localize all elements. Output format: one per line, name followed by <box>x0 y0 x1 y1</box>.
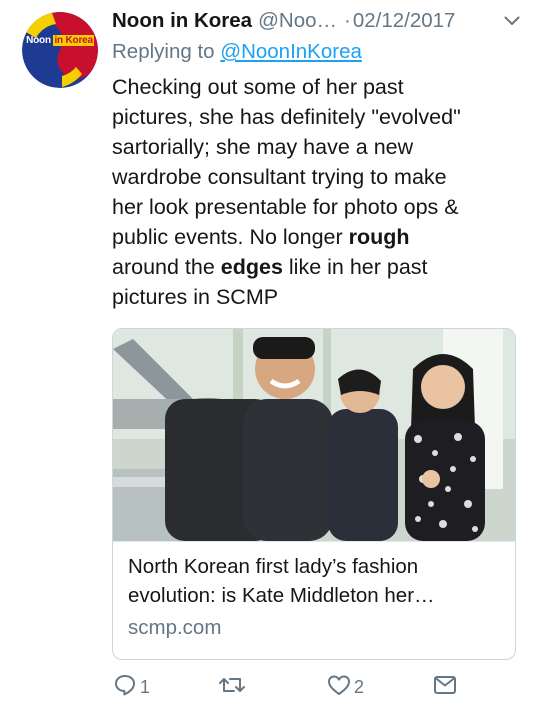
chevron-down-icon[interactable] <box>502 11 522 31</box>
tweet-text-line: around the edges like in her past <box>112 252 532 282</box>
tweet-text-line: wardrobe consultant trying to make <box>112 165 447 189</box>
separator-dot: · <box>344 9 351 32</box>
tweet-text-line: public events. No longer rough <box>112 222 532 252</box>
direct-message-button[interactable] <box>432 672 458 703</box>
avatar-label: Noon in Korea <box>26 35 94 46</box>
retweet-icon <box>218 672 246 703</box>
avatar[interactable]: Noon in Korea <box>22 12 98 88</box>
card-title[interactable]: North Korean first lady’s fashion evolut… <box>128 552 508 610</box>
direct-message-icon <box>432 672 458 703</box>
replying-prefix: Replying to <box>112 40 215 63</box>
avatar-logo-icon <box>22 12 98 88</box>
card-domain[interactable]: scmp.com <box>128 616 221 640</box>
reply-count: 1 <box>140 677 151 697</box>
user-handle[interactable]: @Noo… <box>258 9 337 33</box>
tweet-text-line: her look presentable for photo ops & <box>112 195 459 219</box>
tweet-header: Noon in Korea @Noo… · 02/12/2017 <box>112 6 522 36</box>
tweet-text-line: Checking out some of her past <box>112 75 404 99</box>
tweet-text-span: like in her past <box>282 255 428 279</box>
retweet-button[interactable] <box>218 672 246 703</box>
tweet-text-bold: edges <box>220 255 283 279</box>
link-card[interactable]: North Korean first lady’s fashion evolut… <box>112 328 516 660</box>
card-divider <box>113 541 515 542</box>
card-title-line: evolution: is Kate Middleton her… <box>128 584 435 607</box>
tweet-text-bold: rough <box>348 225 410 249</box>
replying-handle-link[interactable]: @NoonInKorea <box>220 40 362 63</box>
card-image[interactable] <box>113 329 515 541</box>
tweet-text-line: pictures in SCMP <box>112 285 279 309</box>
card-photo <box>113 329 515 541</box>
tweet-text: Checking out some of her past pictures, … <box>112 72 532 312</box>
tweet-actions: 1 2 <box>112 672 462 702</box>
reply-button[interactable]: 1 <box>112 672 150 703</box>
tweet-text-span: public events. No longer <box>112 225 349 249</box>
tweet-text-line: sartorially; she may have a new <box>112 135 414 159</box>
tweet-text-span: around the <box>112 255 221 279</box>
replying-to: Replying to @NoonInKorea <box>112 40 362 64</box>
like-count: 2 <box>354 677 365 697</box>
reply-icon <box>112 672 138 703</box>
tweet-text-line: pictures, she has definitely "evolved" <box>112 105 461 129</box>
tweet-date[interactable]: 02/12/2017 <box>353 9 456 33</box>
like-button[interactable]: 2 <box>326 672 364 703</box>
like-icon <box>326 672 352 703</box>
display-name[interactable]: Noon in Korea <box>112 9 252 33</box>
card-title-line: North Korean first lady’s fashion <box>128 555 419 578</box>
